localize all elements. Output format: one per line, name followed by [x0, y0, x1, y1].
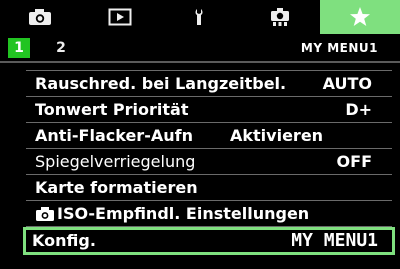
camera-icon — [29, 9, 51, 25]
tab-playback[interactable] — [80, 0, 160, 34]
menu-item-mirror-lockup[interactable]: Spiegelverriegelung OFF — [26, 149, 392, 175]
wrench-icon — [195, 9, 203, 25]
menu-list: Rauschred. bei Langzeitbel. AUTO Tonwert… — [23, 70, 395, 255]
star-icon — [350, 7, 370, 26]
menu-item-value: D+ — [345, 100, 372, 119]
subtab-1[interactable]: 1 — [8, 38, 30, 58]
menu-item-noise-reduction[interactable]: Rauschred. bei Langzeitbel. AUTO — [26, 71, 392, 97]
menu-item-value: Aktivieren — [230, 126, 324, 145]
subtab-2[interactable]: 2 — [52, 38, 70, 58]
menu-item-value: OFF — [336, 152, 372, 171]
tab-my-menu[interactable] — [320, 0, 400, 34]
tab-shooting[interactable] — [0, 0, 80, 34]
menu-item-highlight-tone-priority[interactable]: Tonwert Priorität D+ — [26, 97, 392, 123]
menu-item-iso-settings[interactable]: ISO-Empfindl. Einstellungen — [26, 201, 392, 227]
divider — [0, 61, 400, 63]
page-title: MY MENU1 — [300, 41, 378, 55]
menu-item-label: Karte formatieren — [35, 178, 198, 197]
tab-custom-functions[interactable] — [240, 0, 320, 34]
camera-icon — [36, 207, 54, 221]
menu-tab-bar — [0, 0, 400, 34]
menu-item-label: Tonwert Priorität — [35, 100, 189, 119]
menu-item-value: MY MENU1 — [291, 230, 378, 251]
menu-item-label: ISO-Empfindl. Einstellungen — [57, 204, 310, 223]
menu-item-label: Spiegelverriegelung — [35, 152, 196, 171]
menu-item-label: Anti-Flacker-Aufn — [35, 126, 193, 145]
tab-setup[interactable] — [160, 0, 240, 34]
playback-icon — [108, 8, 132, 26]
menu-item-configure[interactable]: Konfig. MY MENU1 — [23, 227, 395, 255]
menu-item-format-card[interactable]: Karte formatieren — [26, 175, 392, 201]
menu-item-anti-flicker[interactable]: Anti-Flacker-Aufn Aktivieren — [26, 123, 392, 149]
menu-item-value: AUTO — [322, 74, 372, 93]
menu-item-label: Konfig. — [32, 231, 96, 250]
custom-function-camera-icon — [271, 8, 289, 26]
sub-tab-bar: 1 2 MY MENU1 — [0, 34, 400, 60]
menu-item-label: Rauschred. bei Langzeitbel. — [35, 74, 287, 93]
menu-item-label-wrap: ISO-Empfindl. Einstellungen — [35, 203, 309, 225]
